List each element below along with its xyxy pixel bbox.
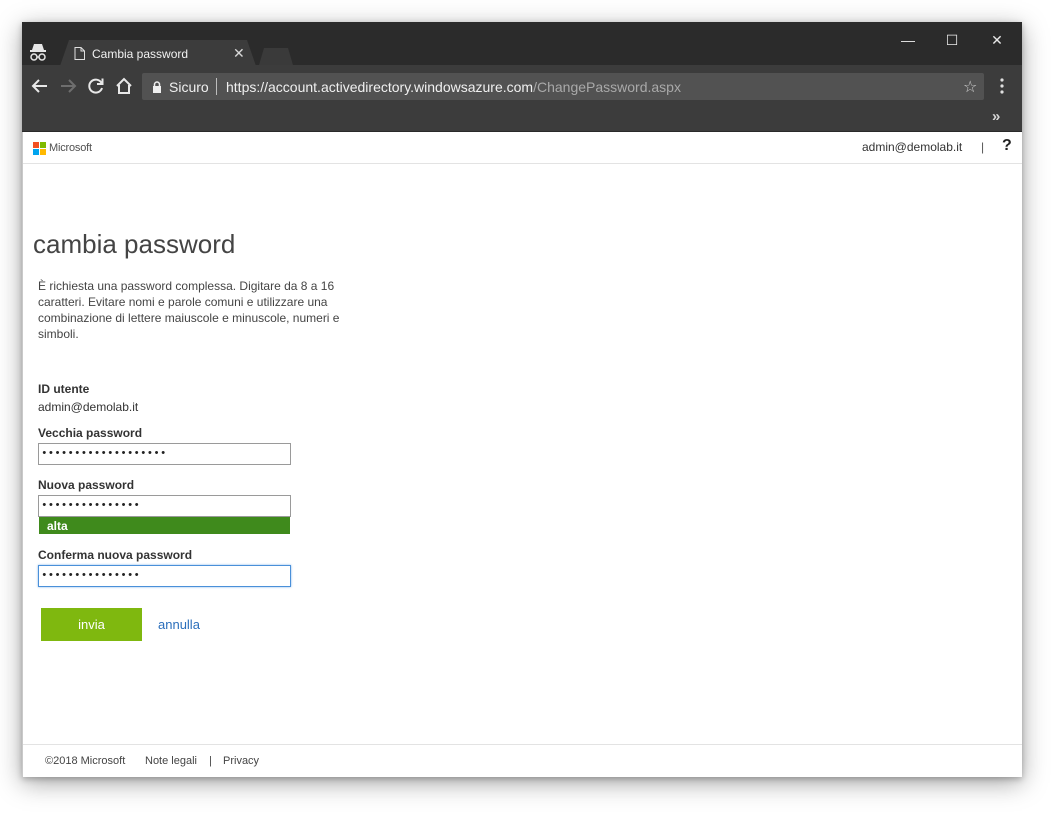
- star-icon[interactable]: ☆: [963, 77, 977, 97]
- incognito-icon: [30, 44, 46, 61]
- footer-legal-link[interactable]: Note legali: [145, 755, 197, 767]
- user-id-value: admin@demolab.it: [38, 400, 139, 414]
- minimize-button[interactable]: —: [893, 28, 923, 52]
- url-host: https://account.activedirectory.windowsa…: [226, 79, 534, 95]
- submit-button[interactable]: invia: [41, 608, 142, 641]
- password-strength-label: alta: [47, 519, 68, 533]
- new-password-label: Nuova password: [38, 478, 135, 492]
- new-password-field[interactable]: •••••••••••••••: [38, 495, 291, 517]
- footer-copyright: ©2018 Microsoft: [45, 755, 126, 767]
- header-separator: |: [981, 140, 985, 154]
- page-icon: [74, 47, 85, 60]
- new-tab-button[interactable]: [259, 48, 293, 65]
- confirm-password-field[interactable]: •••••••••••••••: [38, 565, 291, 587]
- bookmark-bar: [22, 109, 1022, 132]
- bookmark-overflow-icon[interactable]: »: [992, 108, 1000, 125]
- confirm-password-label: Conferma nuova password: [38, 548, 193, 562]
- maximize-button[interactable]: ☐: [937, 28, 967, 52]
- tab-close-icon[interactable]: ✕: [233, 46, 245, 60]
- close-window-button[interactable]: ✕: [982, 28, 1012, 52]
- footer-separator: |: [209, 755, 212, 767]
- microsoft-logo-icon: [33, 142, 46, 155]
- reload-icon[interactable]: [86, 76, 106, 96]
- omnibox-separator: [216, 78, 217, 95]
- home-icon[interactable]: [114, 76, 134, 96]
- site-header: Microsoft admin@demolab.it | ?: [23, 132, 1022, 164]
- password-requirements: È richiesta una password complessa. Digi…: [38, 279, 340, 341]
- back-arrow-icon[interactable]: [30, 76, 50, 96]
- footer-privacy-link[interactable]: Privacy: [223, 755, 259, 767]
- brand-name: Microsoft: [49, 142, 92, 154]
- url-path: /ChangePassword.aspx: [533, 79, 681, 95]
- old-password-label: Vecchia password: [38, 426, 143, 440]
- page-content: Microsoft admin@demolab.it | ? cambia pa…: [22, 132, 1022, 777]
- browser-window: Cambia password ✕ — ☐ ✕ Sicuro https://a…: [22, 22, 1022, 777]
- menu-dots-icon[interactable]: [998, 77, 1006, 95]
- tab-title: Cambia password: [92, 47, 189, 61]
- cancel-link[interactable]: annulla: [158, 617, 200, 632]
- user-id-label: ID utente: [38, 382, 90, 396]
- forward-arrow-icon[interactable]: [58, 76, 78, 96]
- old-password-field[interactable]: •••••••••••••••••••: [38, 443, 291, 465]
- help-icon[interactable]: ?: [1002, 137, 1012, 155]
- header-user-email[interactable]: admin@demolab.it: [862, 140, 962, 154]
- site-footer: ©2018 Microsoft Note legali | Privacy: [23, 744, 1022, 777]
- password-strength-bar: alta: [39, 517, 290, 534]
- lock-icon: [153, 81, 161, 93]
- secure-label: Sicuro: [169, 79, 209, 95]
- page-title: cambia password: [33, 229, 236, 259]
- url-text[interactable]: https://account.activedirectory.windowsa…: [226, 79, 681, 95]
